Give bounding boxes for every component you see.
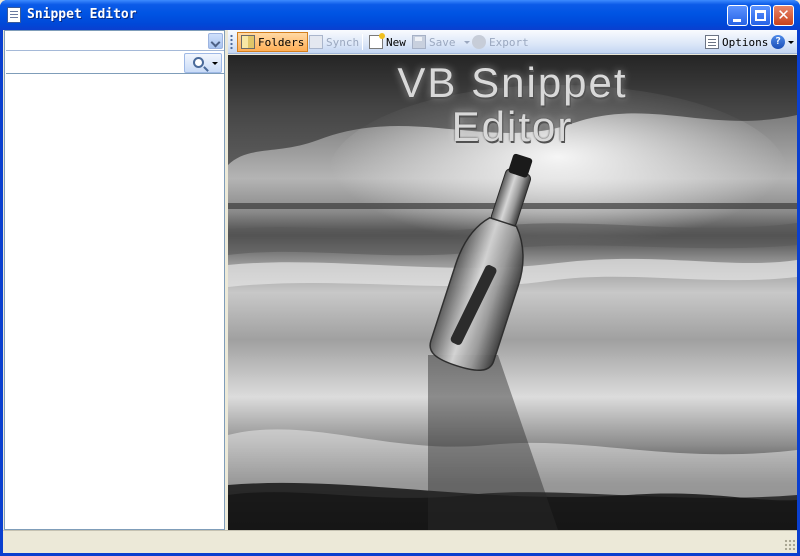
search-icon: [193, 57, 204, 68]
snippet-tree[interactable]: [6, 76, 224, 529]
new-label: New: [386, 35, 406, 49]
search-button[interactable]: [184, 53, 222, 73]
synch-icon: [309, 35, 323, 49]
options-button[interactable]: Options: [702, 32, 771, 52]
help-icon: ?: [771, 35, 785, 49]
save-label: Save: [429, 35, 456, 49]
folders-button[interactable]: Folders: [237, 32, 309, 52]
splash-title-line2: Editor: [451, 103, 574, 150]
minimize-icon: [733, 19, 741, 22]
close-button[interactable]: ✕: [773, 5, 794, 26]
chevron-down-icon[interactable]: [788, 40, 794, 44]
window-title: Snippet Editor: [27, 7, 137, 22]
folders-icon: [241, 35, 255, 49]
application-window: Snippet Editor ✕ Folders Synch New Save …: [0, 0, 800, 556]
options-label: Options: [722, 35, 769, 49]
synch-label: Synch: [326, 35, 360, 49]
combo-dropdown-button[interactable]: [208, 33, 223, 49]
toolbar-grip[interactable]: [230, 34, 233, 50]
options-icon: [705, 35, 719, 49]
minimize-button[interactable]: [727, 5, 748, 26]
folders-label: Folders: [258, 35, 305, 49]
export-button[interactable]: Export: [469, 32, 532, 52]
save-button[interactable]: Save: [409, 32, 473, 52]
client-area: Folders Synch New Save Export Options ? …: [3, 30, 797, 553]
main-toolbar: Folders Synch New Save Export Options ?: [228, 30, 797, 54]
synch-button[interactable]: Synch: [306, 32, 362, 52]
new-document-icon: [369, 33, 385, 49]
resize-grip[interactable]: [784, 539, 795, 550]
close-icon: ✕: [777, 6, 790, 24]
save-icon: [412, 35, 426, 49]
status-bar: [3, 530, 797, 552]
document-icon[interactable]: [7, 7, 21, 23]
search-row: [6, 52, 224, 74]
export-label: Export: [489, 35, 529, 49]
maximize-button[interactable]: [750, 5, 771, 26]
export-icon: [472, 35, 486, 49]
search-input[interactable]: [6, 53, 182, 72]
splash-image: VB Snippet Editor: [228, 55, 797, 530]
language-combo[interactable]: [6, 32, 224, 51]
help-button[interactable]: ?: [768, 32, 797, 52]
splash-title: VB Snippet Editor: [228, 61, 797, 149]
new-button[interactable]: New: [366, 32, 409, 52]
splash-title-line1: VB Snippet: [397, 59, 628, 106]
chevron-down-icon: [212, 62, 218, 65]
maximize-icon: [755, 10, 766, 21]
title-bar[interactable]: Snippet Editor ✕: [0, 0, 800, 30]
left-panel: [4, 30, 225, 530]
toolbar-separator: [362, 34, 363, 50]
